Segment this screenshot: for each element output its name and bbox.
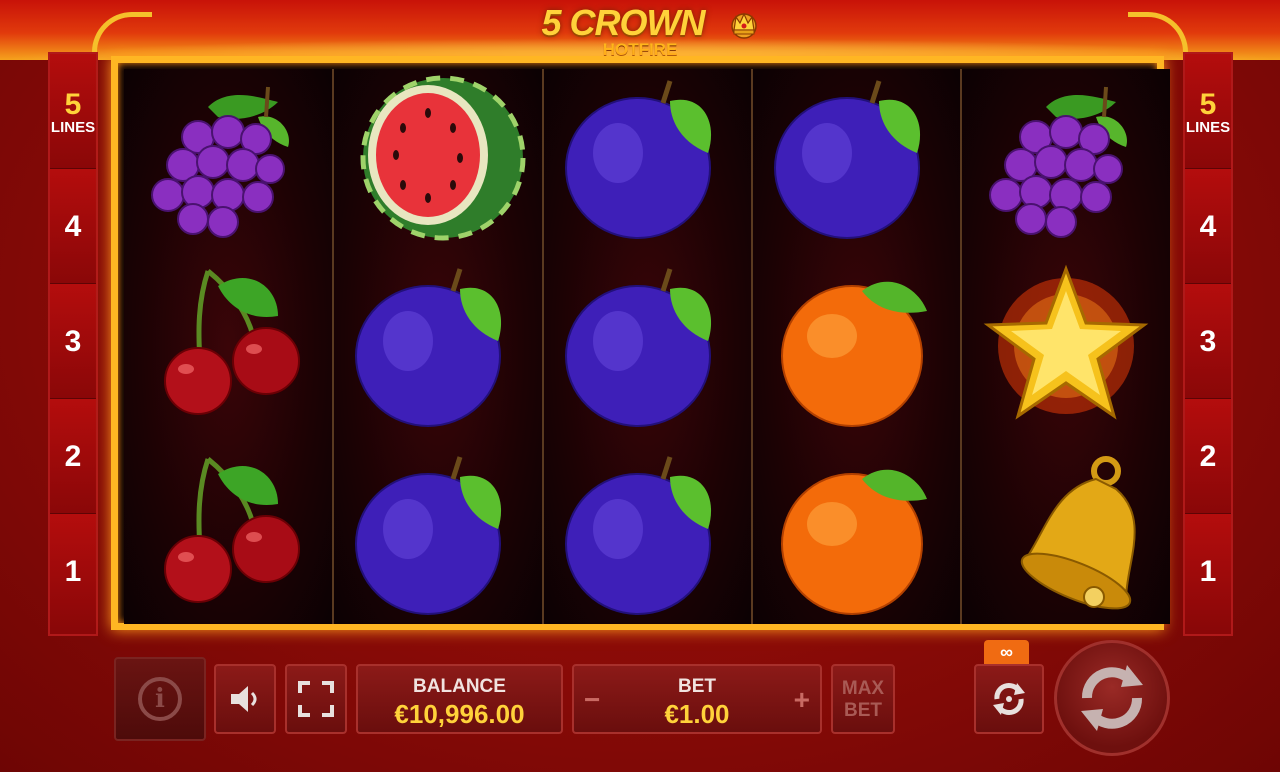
line-number: 1 [1199,555,1217,588]
bet-increase-button[interactable]: + [794,684,810,716]
watermelon-icon [360,75,526,241]
lines-label: LINES [50,119,96,136]
line-number: 3 [64,325,82,358]
crown-icon [731,12,757,39]
paylines-right: 5 LINES 4 3 2 1 [1183,52,1233,636]
grapes-icon [151,86,289,238]
cherries-icon [164,269,300,415]
line-number: 4 [1199,210,1217,243]
bell-icon [1020,456,1136,610]
autoplay-button[interactable] [974,664,1044,734]
bet-control: − BET €1.00 + [572,664,822,734]
plum-icon [565,80,712,239]
sound-button[interactable] [214,664,276,734]
line-number: 1 [64,555,82,588]
reels-frame [111,56,1170,630]
balance-label: BALANCE [413,676,506,697]
fullscreen-button[interactable] [285,664,347,734]
plum-icon [355,268,502,427]
line-4: 4 [1185,169,1231,284]
line-number: 2 [64,440,82,473]
logo-title: 5 CROWN [541,2,706,43]
info-icon: i [138,677,182,721]
plum-icon [565,456,712,615]
max-bet-label: MAX [841,678,885,699]
game-logo: 5 CROWN HOTFIRE [515,4,765,64]
fullscreen-icon [298,681,334,717]
max-bet-button[interactable]: MAX BET [831,664,895,734]
bet-label: BET [678,676,716,697]
line-number: 5 [1199,88,1217,121]
balance-display: BALANCE €10,996.00 [356,664,563,734]
speaker-icon [231,686,257,712]
orange-icon [781,469,927,615]
bet-decrease-button[interactable]: − [584,684,600,716]
info-button[interactable]: i [114,657,206,741]
orange-icon [781,281,927,427]
spin-button[interactable] [1054,640,1170,756]
autoplay-badge: ∞ [984,640,1029,666]
plum-icon [774,80,921,239]
plum-icon [355,456,502,615]
line-4: 4 [50,169,96,284]
grapes-icon [989,86,1127,238]
lines-label: LINES [1185,119,1231,136]
spin-icon [1081,665,1143,731]
line-1: 1 [50,514,96,629]
line-count-5: 5 LINES [50,54,96,169]
max-bet-label: BET [844,700,882,721]
balance-value: €10,996.00 [394,699,525,729]
line-count-5: 5 LINES [1185,54,1231,169]
line-number: 4 [64,210,82,243]
bet-value: €1.00 [664,699,730,729]
cherries-icon [164,457,300,603]
star-icon [983,264,1149,420]
line-number: 5 [64,88,82,121]
line-1: 1 [1185,514,1231,629]
line-number: 2 [1199,440,1217,473]
line-2: 2 [50,399,96,514]
line-3: 3 [1185,284,1231,399]
paylines-left: 5 LINES 4 3 2 1 [48,52,98,636]
plum-icon [565,268,712,427]
line-2: 2 [1185,399,1231,514]
line-number: 3 [1199,325,1217,358]
line-3: 3 [50,284,96,399]
autoplay-icon [993,683,1025,715]
